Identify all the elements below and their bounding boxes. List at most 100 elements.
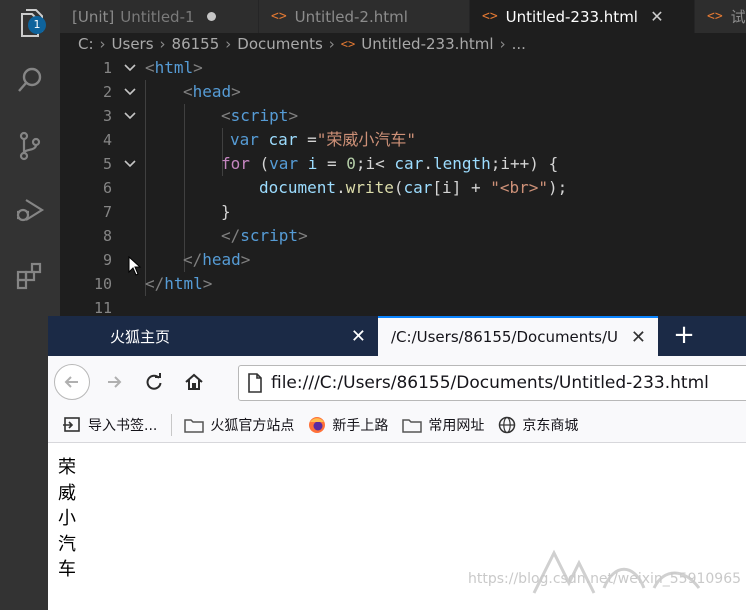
tab-untitled-2[interactable]: <> Untitled-2.html — [259, 0, 470, 33]
url-text: file:///C:/Users/86155/Documents/Untitle… — [271, 373, 709, 393]
bookmark-getting-started[interactable]: 新手上路 — [308, 415, 388, 435]
extensions-icon[interactable] — [10, 256, 50, 296]
line-number: 7 — [102, 203, 112, 221]
run-debug-icon[interactable] — [10, 190, 50, 230]
code-token: 0 — [346, 154, 356, 173]
close-icon[interactable]: ✕ — [650, 7, 664, 26]
breadcrumb-item[interactable]: C: — [78, 35, 94, 53]
bookmark-label: 新手上路 — [332, 418, 389, 434]
tab-label: 试验.html — [730, 8, 746, 26]
code-token: car — [268, 130, 298, 149]
close-icon[interactable]: ✕ — [631, 327, 646, 348]
tab-label: /C:/Users/86155/Documents/Untitled-233.h… — [391, 328, 617, 346]
forward-arrow-icon — [108, 376, 122, 388]
line-number: 5 — [102, 155, 112, 173]
tab-untitled-233[interactable]: <> Untitled-233.html ✕ — [470, 0, 695, 33]
import-bookmarks-icon — [63, 417, 80, 432]
html-file-icon: <> — [340, 37, 356, 51]
bookmark-label: 导入书签... — [88, 418, 158, 434]
code-token: car — [394, 154, 424, 173]
chevron-right-icon: › — [225, 35, 232, 53]
home-icon — [185, 373, 203, 390]
modified-dot-icon[interactable] — [206, 12, 216, 21]
code-line: 7 } — [60, 200, 746, 224]
firefox-tab-active[interactable]: /C:/Users/86155/Documents/Untitled-233.h… — [378, 316, 658, 356]
breadcrumb-item[interactable]: 86155 — [172, 35, 220, 53]
html-file-icon: <> — [482, 9, 498, 24]
fold-chevron-icon[interactable] — [123, 109, 137, 123]
editor-tabs: [Unit] Untitled-1 <> Untitled-2.html <> … — [60, 0, 746, 33]
bookmark-import[interactable]: 导入书签... — [62, 415, 157, 435]
code-editor[interactable]: 1 <html> 2 <head> 3 <script> 4 var car =… — [60, 56, 746, 317]
code-token: ( — [393, 178, 404, 197]
code-token: script — [230, 106, 289, 125]
html-file-icon: <> — [271, 9, 287, 24]
firefox-logo-icon — [309, 417, 326, 433]
code-token: script — [240, 226, 299, 245]
line-number: 2 — [102, 83, 112, 101]
breadcrumb-item[interactable]: Untitled-233.html — [361, 35, 493, 53]
search-icon[interactable] — [10, 60, 50, 100]
reload-button[interactable] — [138, 366, 170, 398]
output-char: 小 — [58, 508, 76, 530]
code-token: ;i< — [355, 154, 395, 173]
folder-icon — [184, 419, 205, 433]
line-number: 9 — [102, 251, 112, 269]
line-number: 6 — [102, 179, 112, 197]
code-token: </ — [221, 226, 241, 245]
url-bar[interactable]: file:///C:/Users/86155/Documents/Untitle… — [238, 365, 746, 401]
chevron-right-icon: › — [159, 35, 166, 53]
back-arrow-icon — [64, 376, 78, 388]
code-line: 4 var car ="荣威小汽车" — [60, 128, 746, 152]
line-number: 8 — [102, 227, 112, 245]
output-char: 汽 — [58, 533, 76, 555]
code-token: var — [230, 130, 259, 149]
bookmark-jd-mall[interactable]: 京东商城 — [498, 415, 578, 435]
firefox-window: 火狐主页 ✕ /C:/Users/86155/Documents/Untitle… — [48, 316, 746, 610]
line-number: 3 — [102, 107, 112, 125]
breadcrumb-item[interactable]: ... — [512, 35, 526, 53]
home-button[interactable] — [178, 366, 210, 398]
breadcrumb-item[interactable]: Users — [112, 35, 154, 53]
chevron-right-icon: › — [499, 35, 506, 53]
source-control-icon[interactable] — [10, 126, 50, 166]
bookmark-common-sites[interactable]: 常用网址 — [402, 415, 484, 435]
folder-icon — [402, 419, 423, 433]
breadcrumb-item[interactable]: Documents — [237, 35, 323, 53]
code-token: write — [345, 178, 394, 197]
html-file-icon: <> — [707, 9, 723, 24]
back-button[interactable] — [54, 364, 90, 400]
code-line: 1 <html> — [60, 56, 746, 80]
bookmarks-toolbar: 导入书签... 火狐官方站点 新手上路 常用网址 京东商城 — [48, 408, 746, 443]
code-token: > — [240, 250, 251, 269]
close-icon[interactable]: ✕ — [351, 326, 366, 347]
line-number: 1 — [102, 59, 112, 77]
code-token: </ — [183, 250, 203, 269]
fold-chevron-icon[interactable] — [123, 61, 137, 75]
code-token: length — [432, 154, 491, 173]
watermark-text: https://blog.csdn.net/weixin_55910965 — [468, 571, 742, 587]
globe-icon — [499, 416, 516, 434]
tab-label: Untitled-233.html — [505, 7, 638, 26]
reload-icon — [146, 373, 162, 390]
code-token: ); — [548, 178, 568, 197]
code-token: . — [336, 178, 346, 197]
code-token: ;i++) { — [490, 154, 559, 173]
output-text: 荣 威 小 汽 车 — [58, 455, 76, 583]
tab-unit-untitled-1[interactable]: [Unit] Untitled-1 — [60, 0, 259, 33]
code-token: < — [221, 106, 231, 125]
code-line: 8 </script> — [60, 224, 746, 248]
bookmark-firefox-official[interactable]: 火狐官方站点 — [184, 415, 294, 435]
tab-shiyan[interactable]: <> 试验.html — [695, 0, 746, 33]
code-line: 6 document.write(car[i] + "<br>"); — [60, 176, 746, 200]
bookmark-separator — [171, 414, 173, 436]
code-token: </ — [145, 274, 165, 293]
new-tab-plus-icon[interactable]: + — [670, 322, 698, 350]
fold-chevron-icon[interactable] — [123, 85, 137, 99]
code-token: html — [154, 58, 194, 77]
line-number: 10 — [93, 275, 112, 293]
firefox-tab-home[interactable]: 火狐主页 ✕ — [96, 316, 378, 356]
forward-button[interactable] — [98, 366, 130, 398]
code-token: ( — [249, 154, 270, 173]
fold-chevron-icon[interactable] — [123, 157, 137, 171]
